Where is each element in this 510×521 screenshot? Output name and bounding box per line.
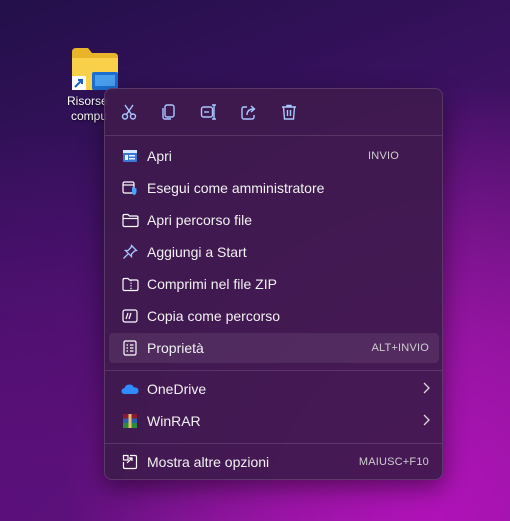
properties-icon: [121, 339, 139, 357]
menu-item-compress-zip[interactable]: Comprimi nel file ZIP: [109, 269, 439, 299]
more-options-icon: [121, 453, 139, 471]
winrar-icon: [121, 412, 139, 430]
chevron-right-icon: [421, 413, 431, 430]
menu-item-open-file-location[interactable]: Apri percorso file: [109, 205, 439, 235]
context-menu-toolbar: [105, 89, 442, 135]
menu-item-label: Apri percorso file: [147, 212, 253, 228]
menu-item-label: Copia come percorso: [147, 308, 281, 324]
menu-item-run-as-admin[interactable]: Esegui come amministratore: [109, 173, 439, 203]
folder-icon: [121, 211, 139, 229]
cut-icon: [121, 104, 137, 120]
share-button[interactable]: [233, 97, 265, 127]
menu-item-label: Esegui come amministratore: [147, 180, 325, 196]
menu-item-copy-as-path[interactable]: Copia come percorso: [109, 301, 439, 331]
menu-item-shortcut: MAIUSC+F10: [358, 456, 429, 468]
folder-icon: [72, 48, 118, 90]
rename-button[interactable]: [193, 97, 225, 127]
rename-icon: [200, 104, 216, 120]
cut-button[interactable]: [113, 97, 145, 127]
onedrive-icon: [121, 380, 139, 398]
copy-button[interactable]: [153, 97, 185, 127]
menu-item-show-more-options[interactable]: Mostra altre opzioni MAIUSC+F10: [109, 447, 439, 477]
separator: [105, 370, 442, 371]
menu-item-shortcut: INVIO: [368, 150, 399, 162]
share-icon: [241, 105, 256, 120]
copy-icon: [162, 104, 175, 120]
copy-path-icon: [121, 307, 139, 325]
menu-item-label: Proprietà: [147, 340, 204, 356]
delete-button[interactable]: [273, 97, 305, 127]
chevron-right-icon: [421, 381, 431, 398]
delete-icon: [282, 104, 296, 120]
menu-item-label: Apri: [147, 148, 172, 164]
menu-item-winrar[interactable]: WinRAR: [109, 406, 439, 436]
menu-item-open[interactable]: Apri INVIO: [109, 141, 439, 171]
open-icon: [121, 147, 139, 165]
separator: [105, 135, 442, 136]
menu-item-label: WinRAR: [147, 413, 201, 429]
menu-item-label: Aggiungi a Start: [147, 244, 247, 260]
menu-item-label: OneDrive: [147, 381, 207, 397]
menu-item-pin-to-start[interactable]: Aggiungi a Start: [109, 237, 439, 267]
menu-item-shortcut: ALT+INVIO: [371, 342, 429, 354]
pin-icon: [121, 243, 139, 261]
menu-item-label: Mostra altre opzioni: [147, 454, 270, 470]
run-as-admin-icon: [121, 179, 139, 197]
menu-item-properties[interactable]: Proprietà ALT+INVIO: [109, 333, 439, 363]
menu-item-onedrive[interactable]: OneDrive: [109, 374, 439, 404]
separator: [105, 443, 442, 444]
zip-icon: [121, 275, 139, 293]
menu-item-label: Comprimi nel file ZIP: [147, 276, 277, 292]
context-menu: Apri INVIO Esegui come amministratore Ap…: [104, 88, 443, 480]
